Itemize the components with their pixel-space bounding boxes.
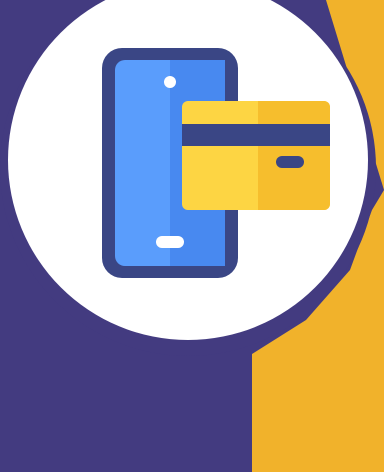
- phone-camera: [164, 76, 176, 88]
- payment-illustration: [0, 0, 384, 472]
- credit-card-icon: [182, 101, 330, 210]
- card-magnetic-stripe: [182, 124, 330, 146]
- card-body-shade: [258, 101, 330, 210]
- phone-home-button: [156, 236, 184, 248]
- card-chip: [276, 156, 304, 168]
